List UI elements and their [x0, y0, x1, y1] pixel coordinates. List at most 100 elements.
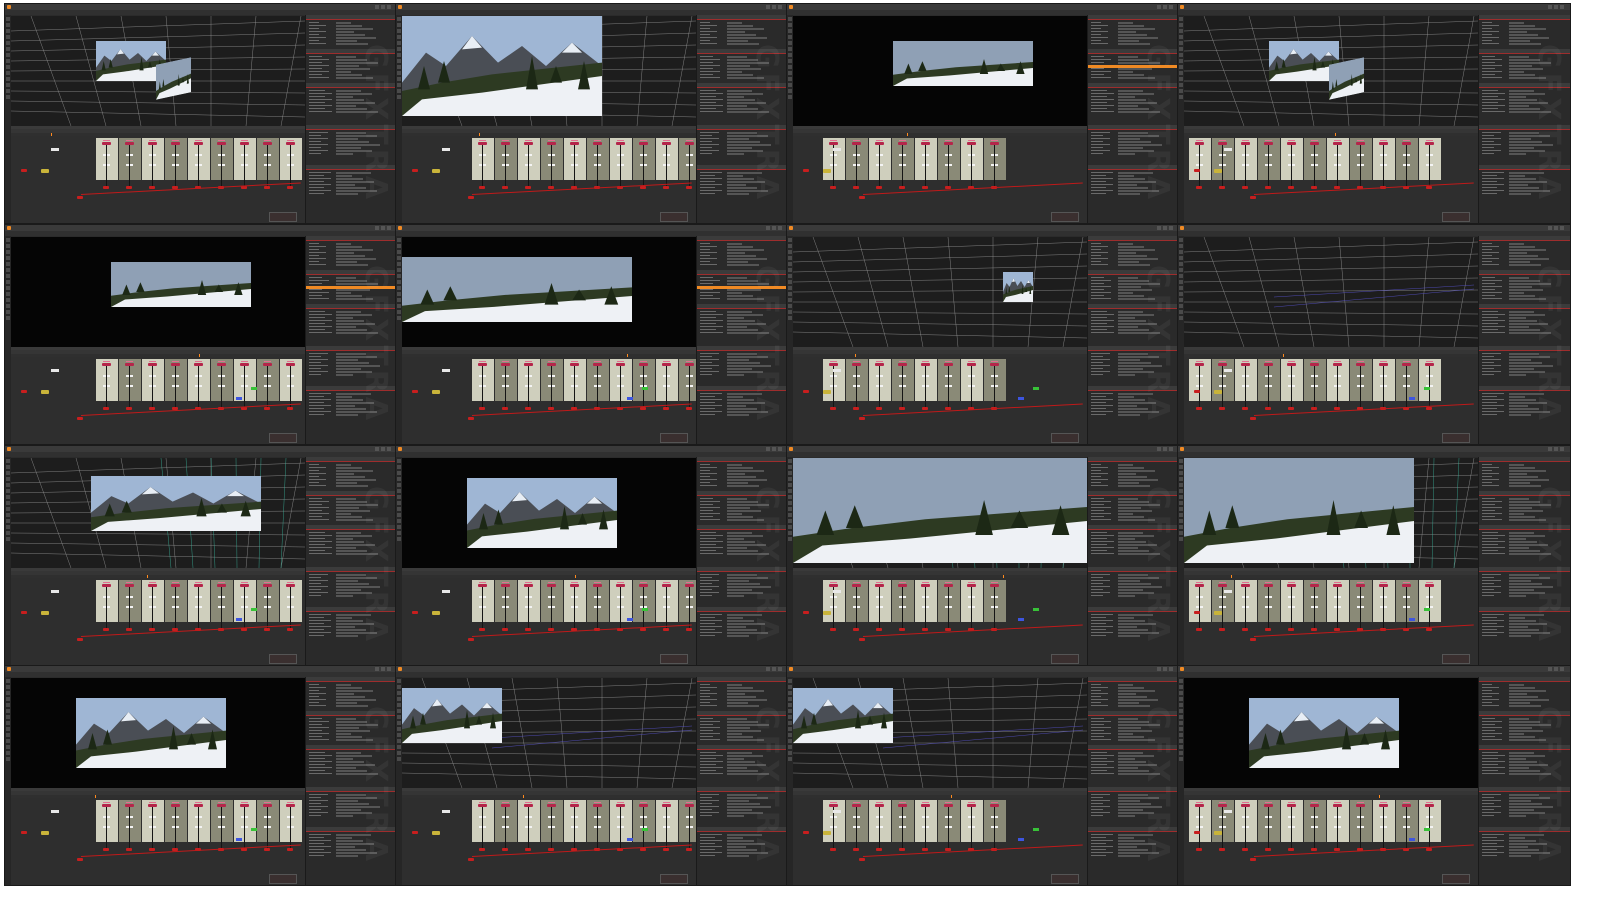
property-field[interactable]: [336, 767, 356, 769]
merge-node[interactable]: [922, 186, 928, 189]
viewer-panel[interactable]: [1184, 458, 1478, 568]
viewer-panel[interactable]: [11, 678, 305, 788]
camera-node[interactable]: [1194, 611, 1200, 614]
menu-item[interactable]: [843, 672, 854, 677]
property-field[interactable]: [1509, 138, 1531, 140]
node-graph-minimap[interactable]: [1051, 654, 1079, 664]
property-field[interactable]: [336, 261, 357, 263]
tool-icon[interactable]: [397, 310, 401, 314]
viewer-panel[interactable]: [1184, 678, 1478, 788]
tool-icon[interactable]: [397, 477, 401, 481]
scene-node[interactable]: [468, 417, 474, 420]
render-node[interactable]: [627, 397, 633, 400]
tool-icon[interactable]: [6, 501, 10, 505]
tool-icon[interactable]: [397, 29, 401, 33]
property-field[interactable]: [1118, 547, 1138, 549]
camera-node[interactable]: [1194, 390, 1200, 393]
maximize-icon[interactable]: [772, 667, 776, 671]
tool-icon[interactable]: [788, 29, 792, 33]
property-field[interactable]: [727, 252, 745, 254]
menu-item[interactable]: [476, 10, 487, 15]
merge-node[interactable]: [264, 628, 270, 631]
property-field[interactable]: [727, 359, 749, 361]
tool-icon[interactable]: [1179, 513, 1183, 517]
property-field[interactable]: [1118, 292, 1133, 294]
tool-icon[interactable]: [1179, 250, 1183, 254]
tool-icon[interactable]: [1179, 47, 1183, 51]
tool-icon[interactable]: [397, 304, 401, 308]
close-icon[interactable]: [1560, 667, 1564, 671]
merge-node[interactable]: [287, 186, 293, 189]
property-field[interactable]: [1118, 507, 1141, 509]
merge-node[interactable]: [663, 186, 669, 189]
property-field[interactable]: [1509, 28, 1546, 30]
menu-item[interactable]: [13, 231, 24, 236]
minimize-icon[interactable]: [375, 226, 379, 230]
node-graph-minimap[interactable]: [269, 212, 297, 222]
property-field[interactable]: [1509, 277, 1529, 279]
menu-item[interactable]: [879, 231, 890, 236]
tool-icon[interactable]: [6, 733, 10, 737]
close-icon[interactable]: [1560, 226, 1564, 230]
tool-icon[interactable]: [1179, 41, 1183, 45]
merge-node[interactable]: [853, 186, 859, 189]
menu-item[interactable]: [404, 10, 415, 15]
tool-icon[interactable]: [788, 35, 792, 39]
property-field[interactable]: [727, 617, 743, 619]
merge-node[interactable]: [1311, 848, 1317, 851]
property-field[interactable]: [1118, 699, 1158, 701]
property-field[interactable]: [336, 702, 357, 704]
tool-icon[interactable]: [788, 298, 792, 302]
property-field[interactable]: [1509, 479, 1549, 481]
viewer-panel[interactable]: [11, 237, 305, 347]
property-field[interactable]: [727, 34, 756, 36]
tool-icon[interactable]: [788, 519, 792, 523]
viewer-panel[interactable]: [402, 16, 696, 126]
merge-node[interactable]: [1265, 407, 1271, 410]
scene-node[interactable]: [77, 417, 83, 420]
maximize-icon[interactable]: [381, 667, 385, 671]
property-field[interactable]: [1509, 837, 1525, 839]
render-node[interactable]: [1409, 397, 1415, 400]
node-graph-minimap[interactable]: [1051, 433, 1079, 443]
menu-item[interactable]: [807, 10, 818, 15]
transform-node[interactable]: [1033, 387, 1039, 390]
merge-node[interactable]: [264, 407, 270, 410]
merge-node[interactable]: [149, 628, 155, 631]
tool-icon[interactable]: [1179, 280, 1183, 284]
tool-icon[interactable]: [6, 256, 10, 260]
tool-icon[interactable]: [6, 47, 10, 51]
node-graph[interactable]: [402, 578, 696, 665]
property-field[interactable]: [1118, 464, 1133, 466]
tool-icon[interactable]: [788, 89, 792, 93]
menu-item[interactable]: [85, 672, 96, 677]
axis-node[interactable]: [1214, 831, 1222, 835]
property-field[interactable]: [727, 65, 750, 67]
tool-icon[interactable]: [788, 507, 792, 511]
axis-node[interactable]: [41, 831, 49, 835]
menu-item[interactable]: [13, 672, 24, 677]
tool-icon[interactable]: [1179, 238, 1183, 242]
viewer-panel[interactable]: [793, 458, 1087, 568]
tool-icon[interactable]: [1179, 471, 1183, 475]
merge-node[interactable]: [264, 848, 270, 851]
node-graph[interactable]: [11, 136, 305, 223]
tool-icon[interactable]: [788, 739, 792, 743]
property-field[interactable]: [1118, 396, 1134, 398]
tool-icon[interactable]: [6, 507, 10, 511]
tool-icon[interactable]: [6, 697, 10, 701]
node-graph[interactable]: [402, 798, 696, 885]
menu-item[interactable]: [1186, 672, 1197, 677]
tool-icon[interactable]: [1179, 95, 1183, 99]
minimize-icon[interactable]: [1157, 5, 1161, 9]
tool-icon[interactable]: [6, 304, 10, 308]
property-field[interactable]: [1509, 507, 1532, 509]
close-icon[interactable]: [778, 5, 782, 9]
menu-item[interactable]: [428, 452, 439, 457]
property-field[interactable]: [336, 693, 354, 695]
tool-icon[interactable]: [397, 489, 401, 493]
render-node[interactable]: [236, 618, 242, 621]
viewer-panel[interactable]: [1184, 237, 1478, 347]
property-field[interactable]: [1118, 246, 1144, 248]
tool-icon[interactable]: [6, 465, 10, 469]
